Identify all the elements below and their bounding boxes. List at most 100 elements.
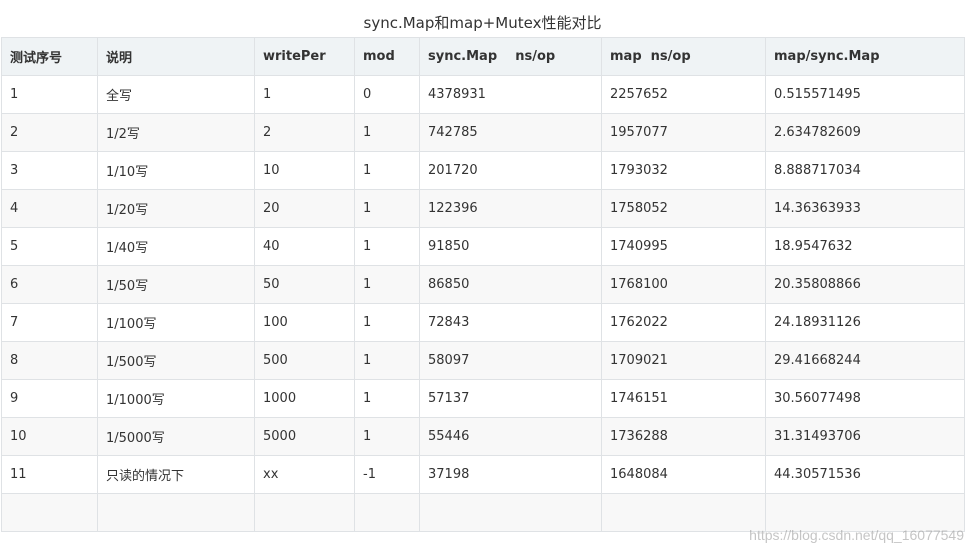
table-row — [1, 493, 965, 532]
test-index-cell: 3 — [1, 151, 98, 190]
mod-cell: 1 — [354, 227, 420, 266]
table-row: 10 1/5000写 5000 1 55446 1736288 31.31493706 — [1, 417, 965, 456]
description-cell: 1/100写 — [97, 303, 255, 342]
table-row: 7 1/100写 100 1 72843 1762022 24.18931126 — [1, 303, 965, 342]
mod-cell: 1 — [354, 265, 420, 304]
mod-cell: 1 — [354, 341, 420, 380]
description-cell: 1/500写 — [97, 341, 255, 380]
test-index-cell: 2 — [1, 113, 98, 152]
test-index-cell: 5 — [1, 227, 98, 266]
write-per-cell: 100 — [254, 303, 355, 342]
test-index-cell: 1 — [1, 75, 98, 114]
description-cell: 全写 — [97, 75, 255, 114]
sync-map-ns-op-cell: 57137 — [419, 379, 602, 418]
write-per-cell: 1000 — [254, 379, 355, 418]
table-header-row: 测试序号 说明 writePer mod sync.Map ns/op map … — [1, 37, 965, 76]
mod-cell: 1 — [354, 113, 420, 152]
table-row: 4 1/20写 20 1 122396 1758052 14.36363933 — [1, 189, 965, 228]
ratio-cell: 14.36363933 — [765, 189, 965, 228]
test-index-cell: 4 — [1, 189, 98, 228]
ratio-cell: 31.31493706 — [765, 417, 965, 456]
description-cell: 1/50写 — [97, 265, 255, 304]
map-ns-op-cell: 1762022 — [601, 303, 766, 342]
table-row: 6 1/50写 50 1 86850 1768100 20.35808866 — [1, 265, 965, 304]
header-map-ns-op: map ns/op — [601, 37, 766, 76]
map-ns-op-cell: 1648084 — [601, 455, 766, 494]
write-per-cell: 40 — [254, 227, 355, 266]
write-per-cell: xx — [254, 455, 355, 494]
table-row: 11 只读的情况下 xx -1 37198 1648084 44.30571536 — [1, 455, 965, 494]
test-index-cell: 7 — [1, 303, 98, 342]
table-row: 5 1/40写 40 1 91850 1740995 18.9547632 — [1, 227, 965, 266]
benchmark-table: 测试序号 说明 writePer mod sync.Map ns/op map … — [1, 37, 965, 532]
mod-cell: -1 — [354, 455, 420, 494]
map-ns-op-cell: 1740995 — [601, 227, 766, 266]
sync-map-ns-op-cell: 86850 — [419, 265, 602, 304]
ratio-cell: 29.41668244 — [765, 341, 965, 380]
header-test-index: 测试序号 — [1, 37, 98, 76]
sync-map-ns-op-cell: 72843 — [419, 303, 602, 342]
table-row: 9 1/1000写 1000 1 57137 1746151 30.56077498 — [1, 379, 965, 418]
write-per-cell: 1 — [254, 75, 355, 114]
header-description: 说明 — [97, 37, 255, 76]
map-ns-op-cell: 1768100 — [601, 265, 766, 304]
test-index-cell: 11 — [1, 455, 98, 494]
write-per-cell: 20 — [254, 189, 355, 228]
description-cell: 1/10写 — [97, 151, 255, 190]
map-ns-op-cell: 1736288 — [601, 417, 766, 456]
table-row: 2 1/2写 2 1 742785 1957077 2.634782609 — [1, 113, 965, 152]
sync-map-ns-op-cell: 58097 — [419, 341, 602, 380]
map-ns-op-cell: 1746151 — [601, 379, 766, 418]
description-cell: 1/2写 — [97, 113, 255, 152]
description-cell — [97, 493, 255, 532]
ratio-cell: 0.515571495 — [765, 75, 965, 114]
map-ns-op-cell: 2257652 — [601, 75, 766, 114]
mod-cell: 1 — [354, 303, 420, 342]
mod-cell: 0 — [354, 75, 420, 114]
description-cell: 1/1000写 — [97, 379, 255, 418]
ratio-cell — [765, 493, 965, 532]
mod-cell: 1 — [354, 151, 420, 190]
write-per-cell: 50 — [254, 265, 355, 304]
map-ns-op-cell: 1709021 — [601, 341, 766, 380]
description-cell: 1/40写 — [97, 227, 255, 266]
test-index-cell: 10 — [1, 417, 98, 456]
map-ns-op-cell: 1957077 — [601, 113, 766, 152]
description-cell: 1/20写 — [97, 189, 255, 228]
write-per-cell — [254, 493, 355, 532]
test-index-cell: 9 — [1, 379, 98, 418]
sync-map-ns-op-cell: 201720 — [419, 151, 602, 190]
header-write-per: writePer — [254, 37, 355, 76]
map-ns-op-cell — [601, 493, 766, 532]
test-index-cell — [1, 493, 98, 532]
test-index-cell: 6 — [1, 265, 98, 304]
table-row: 1 全写 1 0 4378931 2257652 0.515571495 — [1, 75, 965, 114]
sync-map-ns-op-cell: 4378931 — [419, 75, 602, 114]
ratio-cell: 20.35808866 — [765, 265, 965, 304]
write-per-cell: 500 — [254, 341, 355, 380]
mod-cell — [354, 493, 420, 532]
description-cell: 1/5000写 — [97, 417, 255, 456]
header-ratio: map/sync.Map — [765, 37, 965, 76]
table-row: 3 1/10写 10 1 201720 1793032 8.888717034 — [1, 151, 965, 190]
mod-cell: 1 — [354, 417, 420, 456]
sync-map-ns-op-cell: 122396 — [419, 189, 602, 228]
sync-map-ns-op-cell: 55446 — [419, 417, 602, 456]
sync-map-ns-op-cell: 37198 — [419, 455, 602, 494]
ratio-cell: 2.634782609 — [765, 113, 965, 152]
sync-map-ns-op-cell: 91850 — [419, 227, 602, 266]
ratio-cell: 8.888717034 — [765, 151, 965, 190]
watermark: https://blog.csdn.net/qq_16077549 — [749, 527, 964, 543]
map-ns-op-cell: 1793032 — [601, 151, 766, 190]
mod-cell: 1 — [354, 189, 420, 228]
table-row: 8 1/500写 500 1 58097 1709021 29.41668244 — [1, 341, 965, 380]
test-index-cell: 8 — [1, 341, 98, 380]
write-per-cell: 5000 — [254, 417, 355, 456]
mod-cell: 1 — [354, 379, 420, 418]
table-body: 1 全写 1 0 4378931 2257652 0.515571495 2 1/2写 2 1 742… — [1, 75, 965, 532]
sync-map-ns-op-cell — [419, 493, 602, 532]
ratio-cell: 30.56077498 — [765, 379, 965, 418]
header-sync-map-ns-op: sync.Map ns/op — [419, 37, 602, 76]
map-ns-op-cell: 1758052 — [601, 189, 766, 228]
sync-map-ns-op-cell: 742785 — [419, 113, 602, 152]
